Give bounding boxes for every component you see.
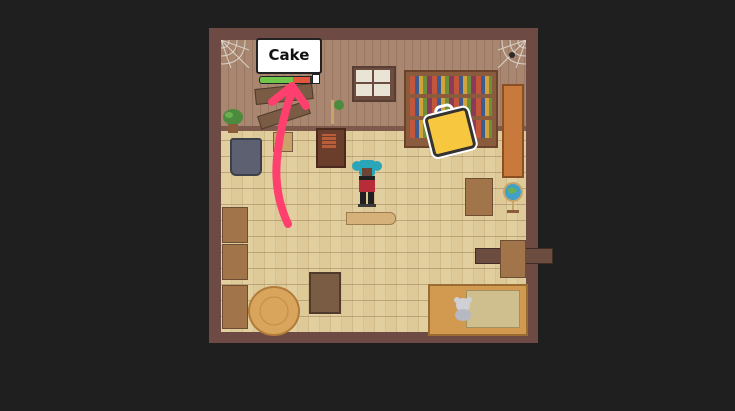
cobweb-icon	[220, 39, 250, 69]
wooden-plank[interactable]	[346, 212, 396, 225]
potted-plant-icon	[222, 108, 244, 134]
side-table[interactable]	[222, 285, 248, 329]
cobweb-spider-icon	[497, 39, 527, 69]
teddy-bear-icon	[452, 296, 474, 322]
bag-icon[interactable]	[420, 99, 477, 159]
side-table[interactable]	[222, 207, 248, 243]
tall-cabinet[interactable]	[502, 84, 524, 178]
trash-can[interactable]	[230, 138, 262, 176]
side-table[interactable]	[500, 240, 526, 278]
round-rug	[248, 286, 300, 336]
player-character-icon	[352, 156, 382, 208]
desk[interactable]	[465, 178, 493, 216]
curved-arrow-icon	[262, 80, 322, 232]
crate[interactable]	[309, 272, 341, 314]
task-label-text: Cake	[268, 46, 310, 64]
bed[interactable]	[428, 284, 528, 336]
task-label: Cake	[256, 38, 322, 74]
lamp-icon	[321, 96, 345, 126]
window	[352, 66, 396, 102]
globe-icon	[503, 181, 523, 215]
side-table[interactable]	[222, 244, 248, 280]
